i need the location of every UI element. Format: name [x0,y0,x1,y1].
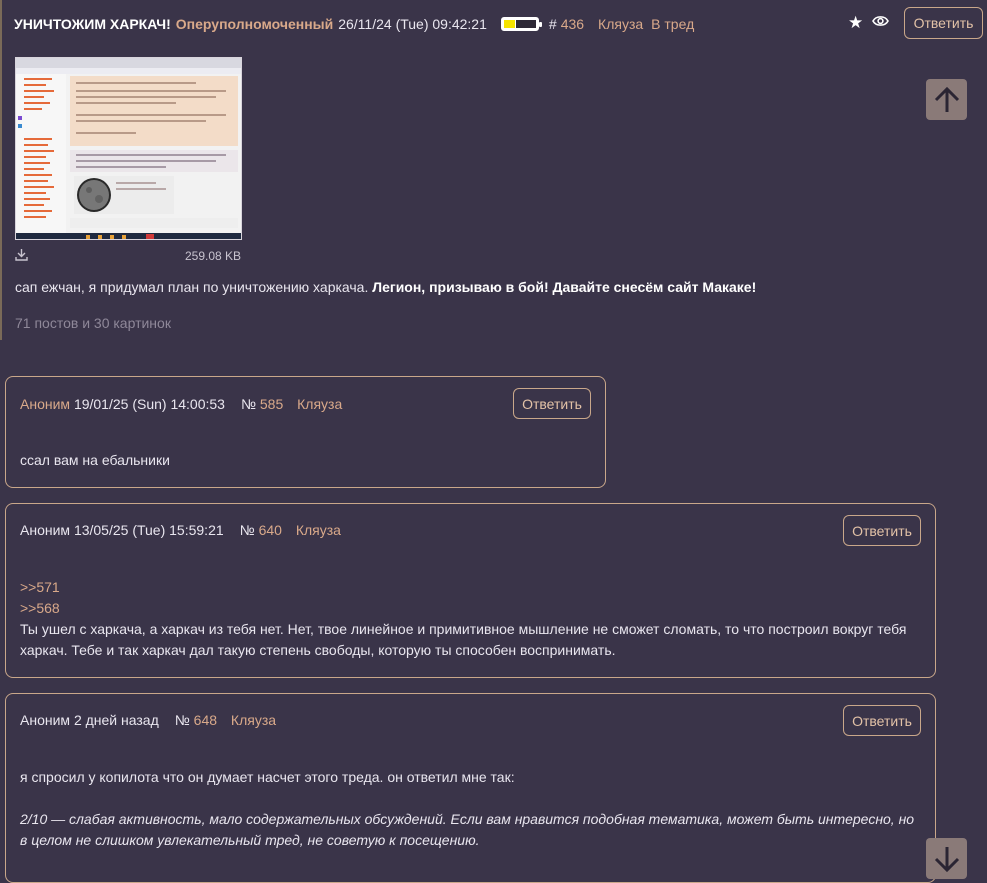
post-tag-link[interactable]: Кляуза [297,396,342,412]
post-header: Аноним 19/01/25 (Sun) 14:00:53 № 585 Кляу… [20,396,342,412]
post-date: 2 дней назад [73,712,159,728]
op-tag-link[interactable]: Кляуза [598,16,643,32]
post-number[interactable]: 648 [194,712,217,728]
post-text-line: харкач. Тебе и так харкач дал такую степ… [20,642,616,658]
post-header: Аноним 2 дней назад № 648 Кляуза [20,712,276,728]
op-post-number[interactable]: 436 [561,16,584,32]
op-reply-button[interactable]: Ответить [904,7,983,39]
op-text: сап ежчан, я придумал план по уничтожени… [15,279,756,295]
battery-icon [500,17,542,31]
post-date: 19/01/25 (Sun) 14:00:53 [73,396,225,412]
quote-link[interactable]: >>568 [20,598,60,619]
post-author: Аноним [20,522,71,538]
reply-button[interactable]: Ответить [843,515,921,546]
quote-link[interactable]: >>571 [20,577,60,598]
battery-empty [515,20,536,28]
post-text: ссал вам на ебальники [20,452,170,468]
op-image-thumbnail[interactable] [15,57,242,240]
op-text-bold: Легион, призываю в бой! Давайте снесём с… [372,279,757,295]
reply-button[interactable]: Ответить [513,388,591,419]
post-number-label: № [239,522,255,538]
reply-button[interactable]: Ответить [843,705,921,736]
battery-fill [503,20,515,28]
eye-icon[interactable] [872,14,889,31]
post-text-line: 2/10 — слабая активность, мало содержате… [20,811,915,827]
post-number-label: № [240,396,256,412]
post-number-label: № [174,712,190,728]
scroll-down-button[interactable] [926,838,967,879]
post-text-line: я спросил у копилота что он думает насче… [20,769,515,785]
op-text-plain: сап ежчан, я придумал план по уничтожени… [15,279,369,295]
arrow-down-icon [934,846,959,872]
post-author: Аноним [20,712,71,728]
post-tag-link[interactable]: Кляуза [296,522,341,538]
post-author: Аноним [20,396,71,412]
star-icon[interactable]: ★ [848,13,863,33]
download-icon[interactable] [15,248,28,264]
post-text-line: Ты ушел с харкача, а харкач из тебя нет.… [20,621,907,637]
post-number[interactable]: 585 [260,396,283,412]
thread-stats[interactable]: 71 постов и 30 картинок [15,315,171,331]
reply-post: Аноним 2 дней назад № 648 Кляуза Ответить… [5,693,936,883]
post-number[interactable]: 640 [259,522,282,538]
post-tag-link[interactable]: Кляуза [231,712,276,728]
post-text-line: в целом не слишком увлекательный тред, н… [20,832,480,848]
file-size: 259.08 KB [185,249,242,263]
op-date: 26/11/24 (Tue) 09:42:21 [338,16,487,32]
post-date: 13/05/25 (Tue) 15:59:21 [73,522,224,538]
thread-title: УНИЧТОЖИМ ХАРКАЧ! [14,16,171,32]
op-header: УНИЧТОЖИМ ХАРКАЧ! Оперуполномоченный 26/… [14,14,702,34]
op-post: УНИЧТОЖИМ ХАРКАЧ! Оперуполномоченный 26/… [0,0,987,340]
to-thread-link[interactable]: В тред [651,16,694,32]
scroll-up-button[interactable] [926,79,967,120]
op-author: Оперуполномоченный [175,16,334,32]
post-header: Аноним 13/05/25 (Tue) 15:59:21 № 640 Кляу… [20,522,341,538]
reply-post: Аноним 19/01/25 (Sun) 14:00:53 № 585 Кляу… [5,376,606,488]
reply-post: Аноним 13/05/25 (Tue) 15:59:21 № 640 Кляу… [5,503,936,678]
arrow-up-icon [934,86,959,112]
hash-label: # [548,16,557,32]
